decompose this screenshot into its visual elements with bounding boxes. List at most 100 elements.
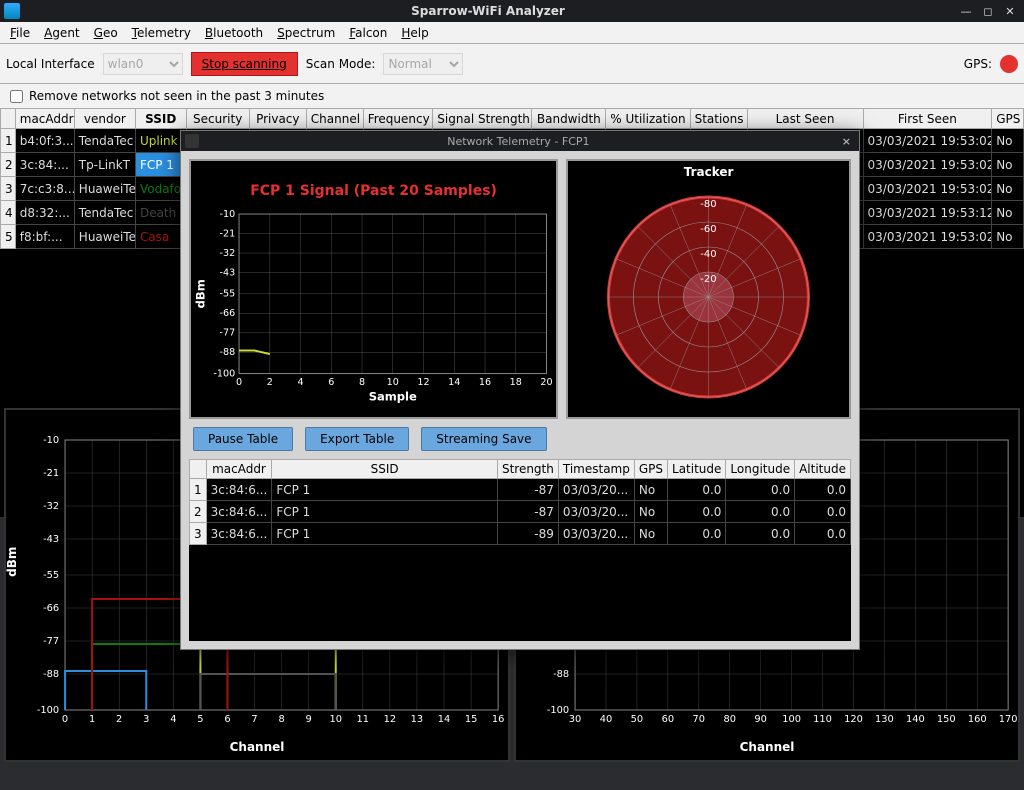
dialog-close-icon[interactable]: × — [834, 135, 859, 148]
menu-file[interactable]: File — [4, 24, 36, 42]
menu-agent[interactable]: Agent — [38, 24, 86, 42]
tcol-gps[interactable]: GPS — [634, 460, 667, 479]
table-row[interactable]: 13c:84:6...FCP 1-8703/03/20...No0.00.00.… — [190, 479, 851, 501]
tcol-alt[interactable]: Altitude — [795, 460, 851, 479]
svg-text:-43: -43 — [220, 267, 236, 278]
svg-text:-88: -88 — [553, 669, 569, 680]
svg-text:12: 12 — [417, 377, 429, 388]
svg-text:5: 5 — [197, 714, 203, 725]
menu-bluetooth[interactable]: Bluetooth — [199, 24, 269, 42]
tcol-macaddr[interactable]: macAddr — [206, 460, 272, 479]
menu-falcon[interactable]: Falcon — [343, 24, 393, 42]
tcol-lat[interactable]: Latitude — [668, 460, 726, 479]
svg-text:4: 4 — [297, 377, 303, 388]
svg-text:-21: -21 — [43, 468, 59, 479]
col-stations[interactable]: Stations — [690, 109, 747, 129]
svg-text:11: 11 — [357, 714, 370, 725]
tracker-chart: -20-40-60-80 Tracker — [566, 159, 851, 419]
svg-text:10: 10 — [387, 377, 399, 388]
filter-label: Remove networks not seen in the past 3 m… — [29, 89, 324, 103]
tcol-ssid[interactable]: SSID — [272, 460, 498, 479]
col-firstseen[interactable]: First Seen — [863, 109, 992, 129]
chart-5-xlabel: Channel — [740, 740, 795, 754]
table-header-row: macAddr vendor SSID Security Privacy Cha… — [1, 109, 1024, 129]
svg-text:100: 100 — [782, 714, 801, 725]
maximize-button[interactable]: ◻ — [982, 5, 994, 17]
streaming-save-button[interactable]: Streaming Save — [421, 427, 546, 451]
scanmode-select[interactable]: Normal — [383, 53, 463, 75]
local-iface-label: Local Interface — [6, 57, 95, 71]
table-row[interactable]: 33c:84:6...FCP 1-8903/03/20...No0.00.00.… — [190, 523, 851, 545]
chart-24-xlabel: Channel — [230, 740, 285, 754]
svg-text:2: 2 — [267, 377, 273, 388]
svg-text:50: 50 — [631, 714, 644, 725]
pause-table-button[interactable]: Pause Table — [193, 427, 293, 451]
app-icon — [4, 3, 20, 19]
svg-text:18: 18 — [510, 377, 522, 388]
svg-text:80: 80 — [723, 714, 736, 725]
menu-telemetry[interactable]: Telemetry — [126, 24, 197, 42]
svg-text:-100: -100 — [547, 705, 569, 716]
tracker-chart-title: Tracker — [684, 165, 734, 179]
svg-text:9: 9 — [306, 714, 312, 725]
svg-text:8: 8 — [278, 714, 284, 725]
svg-text:90: 90 — [754, 714, 767, 725]
svg-text:-60: -60 — [700, 224, 716, 235]
local-iface-select[interactable]: wlan0 — [103, 53, 183, 75]
svg-text:-32: -32 — [220, 248, 236, 259]
col-signal[interactable]: Signal Strength — [433, 109, 532, 129]
gps-label: GPS: — [964, 57, 992, 71]
svg-text:40: 40 — [600, 714, 613, 725]
menu-spectrum[interactable]: Spectrum — [271, 24, 341, 42]
gps-status-icon — [1000, 55, 1018, 73]
col-gps[interactable]: GPS — [992, 109, 1024, 129]
svg-text:14: 14 — [438, 714, 451, 725]
export-table-button[interactable]: Export Table — [305, 427, 409, 451]
svg-text:-66: -66 — [220, 308, 236, 319]
svg-text:7: 7 — [251, 714, 257, 725]
tcol-strength[interactable]: Strength — [497, 460, 558, 479]
svg-text:dBm: dBm — [193, 279, 207, 308]
filter-checkbox[interactable] — [10, 90, 23, 103]
svg-text:110: 110 — [813, 714, 832, 725]
scan-button[interactable]: Stop scanning — [191, 52, 298, 76]
svg-text:150: 150 — [937, 714, 956, 725]
scanmode-label: Scan Mode: — [306, 57, 376, 71]
svg-text:16: 16 — [492, 714, 505, 725]
col-lastseen[interactable]: Last Seen — [747, 109, 863, 129]
col-util[interactable]: % Utilization — [606, 109, 690, 129]
col-ssid[interactable]: SSID — [135, 109, 186, 129]
svg-text:15: 15 — [465, 714, 478, 725]
col-privacy[interactable]: Privacy — [249, 109, 306, 129]
svg-text:-32: -32 — [43, 501, 59, 512]
table-row[interactable]: 23c:84:6...FCP 1-8703/03/20...No0.00.00.… — [190, 501, 851, 523]
col-frequency[interactable]: Frequency — [363, 109, 433, 129]
svg-text:-20: -20 — [700, 274, 716, 285]
svg-text:1: 1 — [89, 714, 95, 725]
minimize-button[interactable]: — — [960, 5, 972, 17]
signal-chart-title: FCP 1 Signal (Past 20 Samples) — [250, 183, 497, 199]
svg-text:12: 12 — [384, 714, 397, 725]
tcol-lon[interactable]: Longitude — [726, 460, 795, 479]
svg-text:14: 14 — [448, 377, 460, 388]
menubar: File Agent Geo Telemetry Bluetooth Spect… — [0, 22, 1024, 44]
svg-text:0: 0 — [62, 714, 68, 725]
svg-text:4: 4 — [170, 714, 176, 725]
svg-text:2: 2 — [116, 714, 122, 725]
svg-text:-100: -100 — [213, 368, 235, 379]
svg-text:Sample: Sample — [369, 389, 417, 403]
col-bandwidth[interactable]: Bandwidth — [532, 109, 606, 129]
menu-geo[interactable]: Geo — [88, 24, 124, 42]
col-security[interactable]: Security — [186, 109, 249, 129]
svg-text:-21: -21 — [220, 228, 236, 239]
tcol-timestamp[interactable]: Timestamp — [558, 460, 634, 479]
col-channel[interactable]: Channel — [306, 109, 363, 129]
svg-text:13: 13 — [411, 714, 424, 725]
svg-text:-10: -10 — [43, 435, 59, 446]
menu-help[interactable]: Help — [395, 24, 434, 42]
close-button[interactable]: ✕ — [1004, 5, 1016, 17]
window-title: Sparrow-WiFi Analyzer — [24, 4, 952, 18]
col-vendor[interactable]: vendor — [74, 109, 135, 129]
svg-text:0: 0 — [236, 377, 242, 388]
col-macaddr[interactable]: macAddr — [15, 109, 74, 129]
